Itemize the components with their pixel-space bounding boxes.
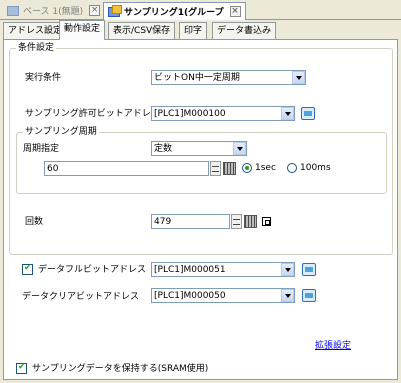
period-spec-select[interactable]: 定数: [151, 141, 247, 156]
group-legend: サンプリング周期: [23, 126, 99, 138]
data-full-address-select[interactable]: [PLC1]M000051: [151, 262, 295, 277]
address-input-icon[interactable]: [301, 107, 315, 120]
tab-operation-settings[interactable]: 動作設定: [59, 20, 106, 40]
keypad-icon[interactable]: [223, 162, 236, 175]
sampling-period-group: サンプリング周期 周期指定 定数 60 1sec 100ms: [16, 126, 387, 194]
count-input[interactable]: 479: [151, 214, 230, 229]
chevron-down-icon[interactable]: [280, 107, 294, 120]
unit-1sec-label: 1sec: [255, 163, 276, 173]
tab-label: データ書込み: [217, 26, 272, 36]
document-tab-bar: ベース 1(無題) × サンプリング1(グループ ×: [0, 0, 401, 20]
sampling-group-icon: [108, 4, 122, 17]
exec-condition-label: 実行条件: [25, 73, 62, 83]
period-spin-button[interactable]: [210, 161, 221, 176]
tab-label: アドレス設定: [8, 26, 63, 36]
chevron-down-icon[interactable]: [232, 142, 246, 155]
doc-tab-label: サンプリング1(グループ: [124, 8, 224, 18]
screen-icon: [7, 5, 19, 16]
unit-1sec-radio[interactable]: [242, 163, 252, 173]
select-value: [PLC1]M000100: [154, 109, 226, 119]
count-spin-button[interactable]: [231, 214, 242, 229]
settings-panel: 条件設定 実行条件 ビットON中一定周期 サンプリング許可ビットアドレス [PL…: [3, 39, 398, 380]
tab-address-settings[interactable]: アドレス設定: [3, 22, 68, 39]
sampling-enable-address-select[interactable]: [PLC1]M000100: [151, 106, 295, 121]
chevron-down-icon[interactable]: [280, 263, 294, 276]
exec-condition-select[interactable]: ビットON中一定周期: [151, 70, 306, 85]
address-input-icon[interactable]: [302, 289, 316, 302]
doc-tab-base1[interactable]: ベース 1(無題) ×: [3, 2, 104, 19]
data-full-checkbox[interactable]: [22, 263, 33, 275]
unit-100ms-radio[interactable]: [287, 163, 297, 173]
tab-data-write[interactable]: データ書込み: [212, 22, 277, 39]
input-value: 60: [47, 164, 59, 174]
sampling-enable-label: サンプリング許可ビットアドレス: [25, 109, 160, 119]
select-value: [PLC1]M000051: [154, 265, 226, 275]
tab-label: 印字: [184, 26, 203, 36]
condition-settings-group: 条件設定 実行条件 ビットON中一定周期 サンプリング許可ビットアドレス [PL…: [9, 42, 393, 255]
tab-display-csv-save[interactable]: 表示/CSV保存: [108, 22, 176, 39]
keypad-icon[interactable]: [244, 215, 257, 228]
close-icon[interactable]: ×: [89, 5, 101, 16]
select-value: [PLC1]M000050: [154, 291, 226, 301]
extended-settings-link[interactable]: 拡張設定: [315, 338, 351, 351]
select-value: 定数: [154, 144, 173, 154]
data-clear-label: データクリアビットアドレス: [22, 292, 140, 302]
chevron-down-icon[interactable]: [280, 289, 294, 302]
retain-data-checkbox[interactable]: [16, 362, 27, 374]
data-clear-address-select[interactable]: [PLC1]M000050: [151, 288, 295, 303]
chevron-down-icon[interactable]: [291, 71, 305, 84]
period-spec-label: 周期指定: [23, 144, 60, 154]
group-legend: 条件設定: [16, 42, 57, 54]
doc-tab-label: ベース 1(無題): [23, 7, 84, 17]
data-full-label: データフルビットアドレス: [38, 265, 147, 275]
address-input-icon[interactable]: [302, 263, 316, 276]
close-icon[interactable]: ×: [229, 6, 241, 17]
period-value-input[interactable]: 60: [44, 161, 209, 176]
unit-100ms-label: 100ms: [300, 163, 331, 173]
device-icon[interactable]: [262, 217, 271, 226]
retain-data-label: サンプリングデータを保持する(SRAM使用): [32, 364, 209, 374]
tab-label: 表示/CSV保存: [113, 26, 171, 36]
tab-label: 動作設定: [64, 24, 101, 34]
doc-tab-sampling1[interactable]: サンプリング1(グループ ×: [103, 2, 246, 20]
count-label: 回数: [25, 217, 44, 227]
tab-print[interactable]: 印字: [179, 22, 208, 39]
input-value: 479: [154, 217, 172, 227]
select-value: ビットON中一定周期: [154, 73, 240, 83]
